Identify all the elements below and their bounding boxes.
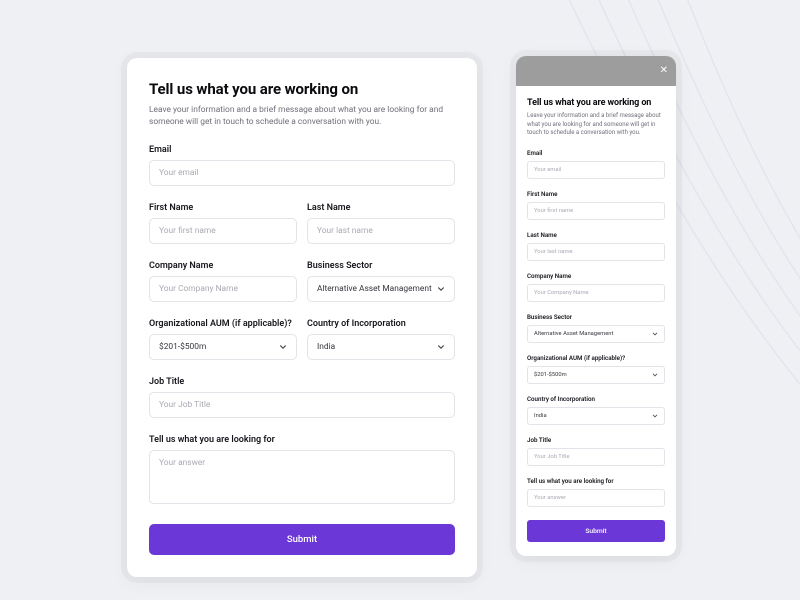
job-title-input[interactable]: Your Job Title bbox=[527, 448, 665, 466]
form-subtitle: Leave your information and a brief messa… bbox=[149, 104, 455, 128]
looking-for-textarea[interactable]: Your answer bbox=[527, 489, 665, 507]
country-label: Country of Incorporation bbox=[307, 319, 455, 329]
last-name-label: Last Name bbox=[307, 203, 455, 213]
submit-button[interactable]: Submit bbox=[149, 524, 455, 555]
country-select[interactable]: India bbox=[527, 407, 665, 425]
company-name-label: Company Name bbox=[527, 272, 665, 280]
first-name-input[interactable]: Your first name bbox=[149, 218, 297, 244]
email-input[interactable]: Your email bbox=[149, 160, 455, 186]
chevron-down-icon bbox=[437, 285, 445, 293]
aum-select[interactable]: $201-$500m bbox=[149, 334, 297, 360]
chevron-down-icon bbox=[652, 413, 658, 419]
contact-form-mobile: ✕ Tell us what you are working on Leave … bbox=[516, 56, 676, 556]
aum-label: Organizational AUM (if applicable)? bbox=[149, 319, 297, 329]
looking-for-textarea[interactable]: Your answer bbox=[149, 450, 455, 504]
chevron-down-icon bbox=[437, 343, 445, 351]
aum-label: Organizational AUM (if applicable)? bbox=[527, 354, 665, 362]
job-title-input[interactable]: Your Job Title bbox=[149, 392, 455, 418]
country-label: Country of Incorporation bbox=[527, 395, 665, 403]
business-sector-label: Business Sector bbox=[307, 261, 455, 271]
last-name-input[interactable]: Your last name bbox=[307, 218, 455, 244]
chevron-down-icon bbox=[652, 331, 658, 337]
last-name-input[interactable]: Your last name bbox=[527, 243, 665, 261]
email-input[interactable]: Your email bbox=[527, 161, 665, 179]
company-name-input[interactable]: Your Company Name bbox=[527, 284, 665, 302]
looking-for-label: Tell us what you are looking for bbox=[527, 477, 665, 485]
form-title: Tell us what you are working on bbox=[527, 98, 665, 108]
aum-select[interactable]: $201-$500m bbox=[527, 366, 665, 384]
close-icon[interactable]: ✕ bbox=[660, 66, 668, 76]
form-subtitle: Leave your information and a brief messa… bbox=[527, 112, 665, 138]
email-label: Email bbox=[149, 145, 455, 155]
last-name-label: Last Name bbox=[527, 231, 665, 239]
first-name-label: First Name bbox=[527, 190, 665, 198]
form-title: Tell us what you are working on bbox=[149, 80, 455, 98]
looking-for-label: Tell us what you are looking for bbox=[149, 435, 455, 445]
business-sector-label: Business Sector bbox=[527, 313, 665, 321]
company-name-input[interactable]: Your Company Name bbox=[149, 276, 297, 302]
job-title-label: Job Title bbox=[149, 377, 455, 387]
first-name-label: First Name bbox=[149, 203, 297, 213]
country-select[interactable]: India bbox=[307, 334, 455, 360]
contact-form-desktop: Tell us what you are working on Leave yo… bbox=[127, 58, 477, 577]
chevron-down-icon bbox=[652, 372, 658, 378]
job-title-label: Job Title bbox=[527, 436, 665, 444]
first-name-input[interactable]: Your first name bbox=[527, 202, 665, 220]
chevron-down-icon bbox=[279, 343, 287, 351]
email-label: Email bbox=[527, 149, 665, 157]
company-name-label: Company Name bbox=[149, 261, 297, 271]
business-sector-select[interactable]: Alternative Asset Management bbox=[307, 276, 455, 302]
submit-button[interactable]: Submit bbox=[527, 520, 665, 542]
mobile-header: ✕ bbox=[516, 56, 676, 86]
business-sector-select[interactable]: Alternative Asset Management bbox=[527, 325, 665, 343]
